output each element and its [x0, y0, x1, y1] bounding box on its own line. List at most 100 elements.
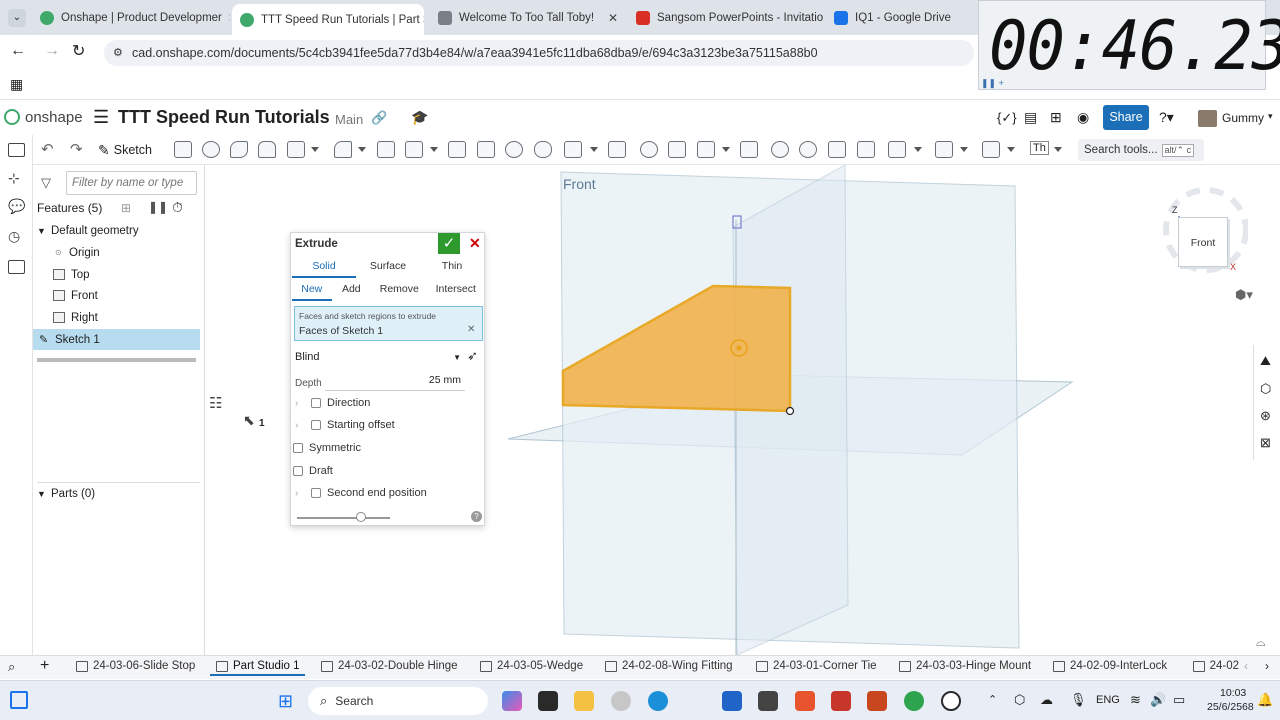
tab-add[interactable]: Add: [332, 279, 372, 301]
sweep-tool-icon[interactable]: [230, 141, 248, 158]
browser-tab-gmail[interactable]: Sangsom PowerPoints - Invitatio ✕: [628, 4, 824, 31]
feature-list-toggle-icon[interactable]: ☷: [209, 394, 222, 412]
fillet-tool-icon[interactable]: [334, 141, 352, 158]
history-icon[interactable]: ◷: [8, 228, 20, 245]
dropdown-caret-icon[interactable]: [960, 147, 968, 152]
close-tab-icon[interactable]: ✕: [222, 11, 230, 25]
app-store-icon[interactable]: ⊞: [1050, 109, 1062, 126]
dropdown-caret-icon[interactable]: [914, 147, 922, 152]
rollback-pause-icon[interactable]: ❚❚: [148, 200, 168, 214]
plane-tool-icon[interactable]: [888, 141, 906, 158]
dropdown-caret-icon[interactable]: [311, 147, 319, 152]
modify-fillet-icon[interactable]: [771, 141, 789, 158]
cancel-close-icon[interactable]: ✕: [469, 235, 481, 252]
custom-features-icon[interactable]: {✓}: [997, 110, 1017, 126]
split-tool-icon[interactable]: [668, 141, 686, 158]
view-cube[interactable]: Front Z X: [1148, 180, 1248, 280]
doc-tab-double-hinge[interactable]: 24-03-02-Double Hinge: [321, 660, 458, 672]
ruler-icon[interactable]: ⌓: [1256, 635, 1266, 650]
browser-tab-onshape[interactable]: Onshape | Product Developmer ✕: [32, 4, 230, 31]
comments-icon[interactable]: 💬: [8, 198, 25, 215]
clock-date[interactable]: 25/6/2568: [1207, 701, 1254, 713]
store-icon[interactable]: [722, 691, 742, 711]
release-icon[interactable]: ▤: [1024, 109, 1037, 126]
tab-remove[interactable]: Remove: [371, 279, 427, 301]
feature-item-front[interactable]: Front: [53, 285, 220, 306]
wifi-icon[interactable]: ≋: [1130, 692, 1141, 708]
timer-icon[interactable]: ⏱: [172, 199, 183, 216]
draft-checkbox[interactable]: [293, 466, 303, 476]
second-end-checkbox[interactable]: [311, 488, 321, 498]
calculator-icon[interactable]: [758, 691, 778, 711]
parts-icon[interactable]: ⬡: [1260, 381, 1271, 397]
offset-surface-icon[interactable]: [857, 141, 875, 158]
site-info-icon[interactable]: ⚙: [113, 46, 123, 59]
feature-filter-input[interactable]: [66, 171, 197, 195]
preview-slider-handle[interactable]: [356, 512, 366, 522]
file-explorer-icon[interactable]: [574, 691, 594, 711]
windows-start-icon[interactable]: ⊞: [278, 691, 293, 712]
tab-solid[interactable]: Solid: [292, 256, 356, 278]
task-view-icon[interactable]: [538, 691, 558, 711]
insert-icon[interactable]: ⊹: [8, 170, 20, 187]
chamfer-tool-icon[interactable]: [377, 141, 395, 158]
globe-icon[interactable]: ◉: [1077, 109, 1089, 126]
doc-tab-wedge[interactable]: 24-03-05-Wedge: [480, 660, 583, 672]
flip-direction-icon[interactable]: ➶: [467, 348, 478, 364]
doc-tab-corner-tie[interactable]: 24-03-01-Corner Tie: [756, 660, 877, 672]
copilot-icon[interactable]: [502, 691, 522, 711]
link-icon[interactable]: 🔗: [371, 110, 387, 126]
mirror-tool-icon[interactable]: [608, 141, 626, 158]
doc-tab-more[interactable]: 24-02: [1193, 660, 1239, 672]
branch-label[interactable]: Main: [335, 112, 363, 127]
depth-input[interactable]: 25 mm: [325, 374, 465, 391]
revolve-tool-icon[interactable]: [202, 141, 220, 158]
dropdown-caret-icon[interactable]: [590, 147, 598, 152]
search-tabs-icon[interactable]: ⌕: [8, 659, 15, 675]
dropdown-caret-icon[interactable]: [358, 147, 366, 152]
undo-icon[interactable]: ↶: [41, 140, 54, 158]
measure-icon[interactable]: ⊠: [1260, 435, 1271, 451]
doc-tab-slide-stop[interactable]: 24-03-06-Slide Stop: [76, 660, 195, 672]
language-indicator[interactable]: ENG: [1096, 694, 1120, 706]
shell-tool-icon[interactable]: [477, 141, 495, 158]
extrude-tool-icon[interactable]: [174, 141, 192, 158]
doc-tab-hinge-mount[interactable]: 24-03-03-Hinge Mount: [899, 660, 1031, 672]
widgets-icon[interactable]: [10, 691, 28, 709]
rollback-bar[interactable]: [37, 358, 196, 362]
acrobat-icon[interactable]: [831, 691, 851, 711]
forward-arrow-icon[interactable]: →: [44, 42, 60, 60]
direction-option[interactable]: › Direction: [295, 393, 370, 413]
draft-tool-icon[interactable]: [405, 141, 423, 158]
battery-icon[interactable]: ▭: [1173, 692, 1185, 708]
browser-tab-ttt-speed-run[interactable]: TTT Speed Run Tutorials | Part S ✕: [232, 4, 424, 35]
onedrive-icon[interactable]: ☁: [1040, 692, 1053, 708]
search-tools-field[interactable]: Search tools... alt/⌃ c: [1078, 139, 1204, 161]
volume-icon[interactable]: 🔊: [1150, 692, 1166, 708]
starting-offset-checkbox[interactable]: [311, 420, 321, 430]
boolean-tool-icon[interactable]: [640, 141, 658, 158]
rib-tool-icon[interactable]: [448, 141, 466, 158]
hole-tool-icon[interactable]: [505, 141, 523, 158]
tab-new[interactable]: New: [292, 279, 332, 301]
reload-icon[interactable]: ↻: [72, 41, 85, 61]
clock-app-icon[interactable]: [941, 691, 961, 711]
doc-tab-wing-fitting[interactable]: 24-02-08-Wing Fitting: [605, 660, 733, 672]
help-icon[interactable]: ?: [471, 511, 482, 522]
brave-icon[interactable]: [795, 691, 815, 711]
symmetric-option[interactable]: Symmetric: [293, 438, 361, 458]
starting-offset-option[interactable]: › Starting offset: [295, 415, 395, 435]
cylinder-tool-icon[interactable]: [534, 141, 552, 158]
mass-properties-icon[interactable]: ⊛: [1260, 408, 1271, 424]
add-tab-icon[interactable]: +: [40, 657, 49, 675]
feature-item-right[interactable]: Right: [53, 307, 220, 328]
close-tab-icon[interactable]: ✕: [602, 11, 618, 25]
redo-icon[interactable]: ↷: [70, 140, 83, 158]
doc-tab-part-studio-1[interactable]: Part Studio 1: [210, 660, 306, 676]
microphone-icon[interactable]: 🎙: [1070, 692, 1087, 708]
browser-tab-too-tall-toby[interactable]: Welcome To Too Tall Toby! ✕: [430, 4, 626, 31]
dropdown-caret-icon[interactable]: [722, 147, 730, 152]
feature-item-top[interactable]: Top: [53, 264, 220, 285]
onshape-logo-text[interactable]: onshape: [25, 109, 83, 126]
dropdown-caret-icon[interactable]: [1054, 147, 1062, 152]
